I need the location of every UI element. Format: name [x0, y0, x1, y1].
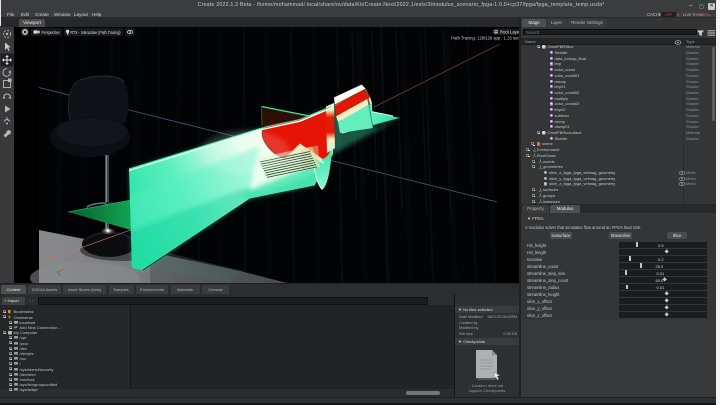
- svg-text:Path Tracing: 128/128 spp : 1.: Path Tracing: 128/128 spp : 1.15 sec: [451, 36, 519, 41]
- svg-text:Perspective: Perspective: [42, 30, 60, 35]
- svg-text:RTX - Interactive (Path Tracin: RTX - Interactive (Path Tracing): [71, 30, 121, 35]
- svg-text:Root Layer: Root Layer: [500, 30, 520, 35]
